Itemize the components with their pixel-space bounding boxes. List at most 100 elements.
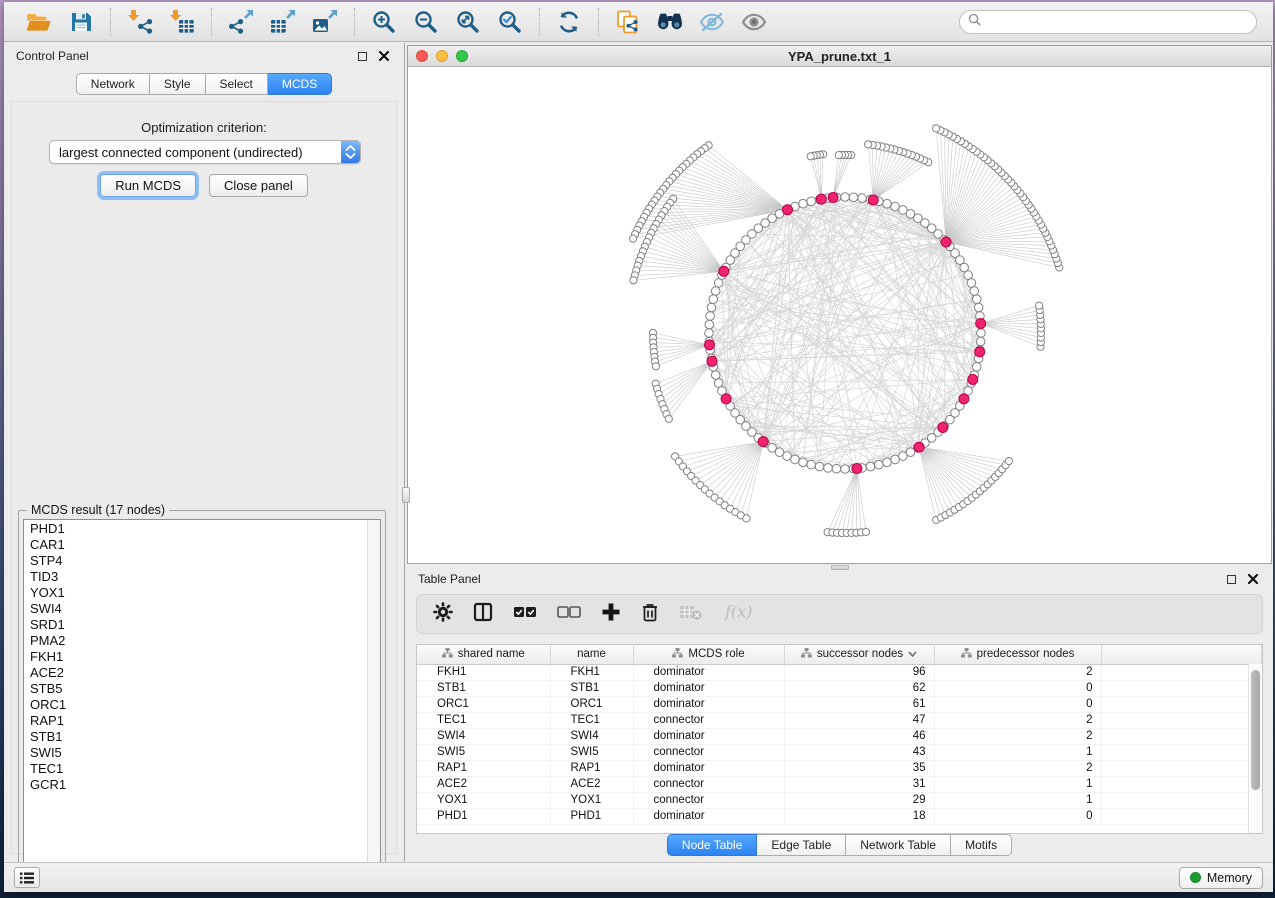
mcds-result-item[interactable]: SRD1 [24, 617, 367, 633]
network-hub-node[interactable] [976, 319, 986, 329]
network-node[interactable] [705, 329, 714, 338]
network-leaf-node[interactable] [865, 141, 872, 148]
network-node[interactable] [707, 303, 716, 312]
network-node[interactable] [970, 287, 979, 296]
refresh-button[interactable] [552, 7, 586, 37]
table-scrollbar-track[interactable] [1248, 664, 1262, 833]
network-hub-node[interactable] [783, 205, 793, 215]
network-node[interactable] [849, 193, 858, 202]
network-node[interactable] [976, 337, 985, 346]
network-node[interactable] [824, 464, 833, 473]
zoom-out-button[interactable] [409, 7, 443, 37]
table-tab-motifs[interactable]: Motifs [951, 834, 1012, 856]
table-row[interactable]: ACE2ACE2connector311 [417, 776, 1262, 792]
optimization-criterion-select[interactable]: largest connected component (undirected) [49, 140, 361, 164]
column-header-shared-name[interactable]: shared name [417, 645, 550, 664]
network-node[interactable] [875, 460, 884, 469]
network-node[interactable] [706, 312, 715, 321]
network-leaf-node[interactable] [665, 415, 672, 422]
mcds-result-item[interactable]: ORC1 [24, 697, 367, 713]
table-tab-network-table[interactable]: Network Table [846, 834, 951, 856]
column-header-successor-nodes[interactable]: successor nodes [784, 645, 934, 664]
hide-selected-button[interactable] [695, 7, 729, 37]
network-node[interactable] [841, 465, 850, 474]
show-all-button[interactable] [737, 7, 771, 37]
network-node[interactable] [974, 303, 983, 312]
network-node[interactable] [711, 287, 720, 296]
mcds-result-item[interactable]: CAR1 [24, 537, 367, 553]
deselect-all-button[interactable] [557, 605, 581, 624]
network-hub-node[interactable] [914, 442, 924, 452]
task-history-button[interactable] [14, 867, 40, 888]
table-tab-node-table[interactable]: Node Table [667, 834, 758, 856]
network-node[interactable] [705, 320, 714, 329]
search-input[interactable] [986, 15, 1248, 29]
float-panel-button[interactable] [354, 48, 370, 64]
network-hub-node[interactable] [707, 356, 717, 366]
network-node[interactable] [709, 295, 718, 304]
network-hub-node[interactable] [868, 195, 878, 205]
close-panel-button-mcds[interactable]: Close panel [209, 174, 308, 197]
horizontal-splitter-handle[interactable] [831, 565, 849, 570]
table-row[interactable]: PHD1PHD1dominator180 [417, 808, 1262, 824]
mcds-result-item[interactable]: STB1 [24, 729, 367, 745]
search-neighbors-button[interactable] [653, 7, 687, 37]
network-leaf-node[interactable] [933, 125, 940, 132]
network-leaf-node[interactable] [835, 152, 842, 159]
network-leaf-node[interactable] [1036, 302, 1043, 309]
mcds-list-scrollbar[interactable] [367, 520, 380, 877]
close-panel-button[interactable] [376, 48, 392, 64]
mcds-result-item[interactable]: TEC1 [24, 761, 367, 777]
network-node[interactable] [832, 464, 841, 473]
import-table-button[interactable] [165, 7, 199, 37]
network-node[interactable] [977, 329, 986, 338]
mcds-result-list[interactable]: PHD1CAR1STP4TID3YOX1SWI4SRD1PMA2FKH1ACE2… [23, 519, 381, 878]
table-row[interactable]: SWI4SWI4dominator462 [417, 728, 1262, 744]
memory-button[interactable]: Memory [1179, 867, 1263, 889]
network-leaf-node[interactable] [630, 235, 637, 242]
save-session-button[interactable] [64, 7, 98, 37]
network-node[interactable] [891, 202, 900, 211]
mcds-result-item[interactable]: PHD1 [24, 521, 367, 537]
float-table-panel-button[interactable] [1223, 571, 1239, 587]
export-table-button[interactable] [266, 7, 300, 37]
network-hub-node[interactable] [719, 266, 729, 276]
network-hub-node[interactable] [938, 423, 948, 433]
network-node[interactable] [841, 193, 850, 202]
import-network-button[interactable] [123, 7, 157, 37]
table-row[interactable]: SWI5SWI5connector431 [417, 744, 1262, 760]
network-hub-node[interactable] [941, 237, 951, 247]
zoom-in-button[interactable] [367, 7, 401, 37]
table-scrollbar-thumb[interactable] [1251, 670, 1260, 790]
table-row[interactable]: FKH1FKH1dominator962 [417, 664, 1262, 680]
table-row[interactable]: RAP1RAP1dominator352 [417, 760, 1262, 776]
copy-network-button[interactable] [611, 7, 645, 37]
network-node[interactable] [711, 371, 720, 380]
table-row[interactable]: YOX1YOX1connector291 [417, 792, 1262, 808]
tab-network[interactable]: Network [76, 73, 150, 95]
mcds-result-item[interactable]: STP4 [24, 553, 367, 569]
network-node[interactable] [799, 458, 808, 467]
network-canvas[interactable] [408, 67, 1271, 563]
network-node[interactable] [858, 194, 867, 203]
network-node[interactable] [714, 279, 723, 288]
table-row[interactable]: STB1STB1dominator620 [417, 680, 1262, 696]
mcds-result-item[interactable]: RAP1 [24, 713, 367, 729]
network-node[interactable] [799, 199, 808, 208]
run-mcds-button[interactable]: Run MCDS [100, 174, 196, 197]
network-hub-node[interactable] [816, 194, 826, 204]
add-column-button[interactable] [601, 602, 621, 627]
mcds-result-item[interactable]: SWI4 [24, 601, 367, 617]
network-hub-node[interactable] [852, 464, 862, 474]
table-tab-edge-table[interactable]: Edge Table [757, 834, 846, 856]
network-leaf-node[interactable] [1005, 458, 1012, 465]
network-hub-node[interactable] [758, 437, 768, 447]
column-visibility-button[interactable] [473, 602, 493, 627]
network-leaf-node[interactable] [807, 153, 814, 160]
search-field[interactable] [959, 10, 1257, 34]
column-header-name[interactable]: name [550, 645, 633, 664]
network-hub-node[interactable] [721, 394, 731, 404]
network-node[interactable] [815, 462, 824, 471]
mcds-result-item[interactable]: STB5 [24, 681, 367, 697]
mcds-result-item[interactable]: TID3 [24, 569, 367, 585]
